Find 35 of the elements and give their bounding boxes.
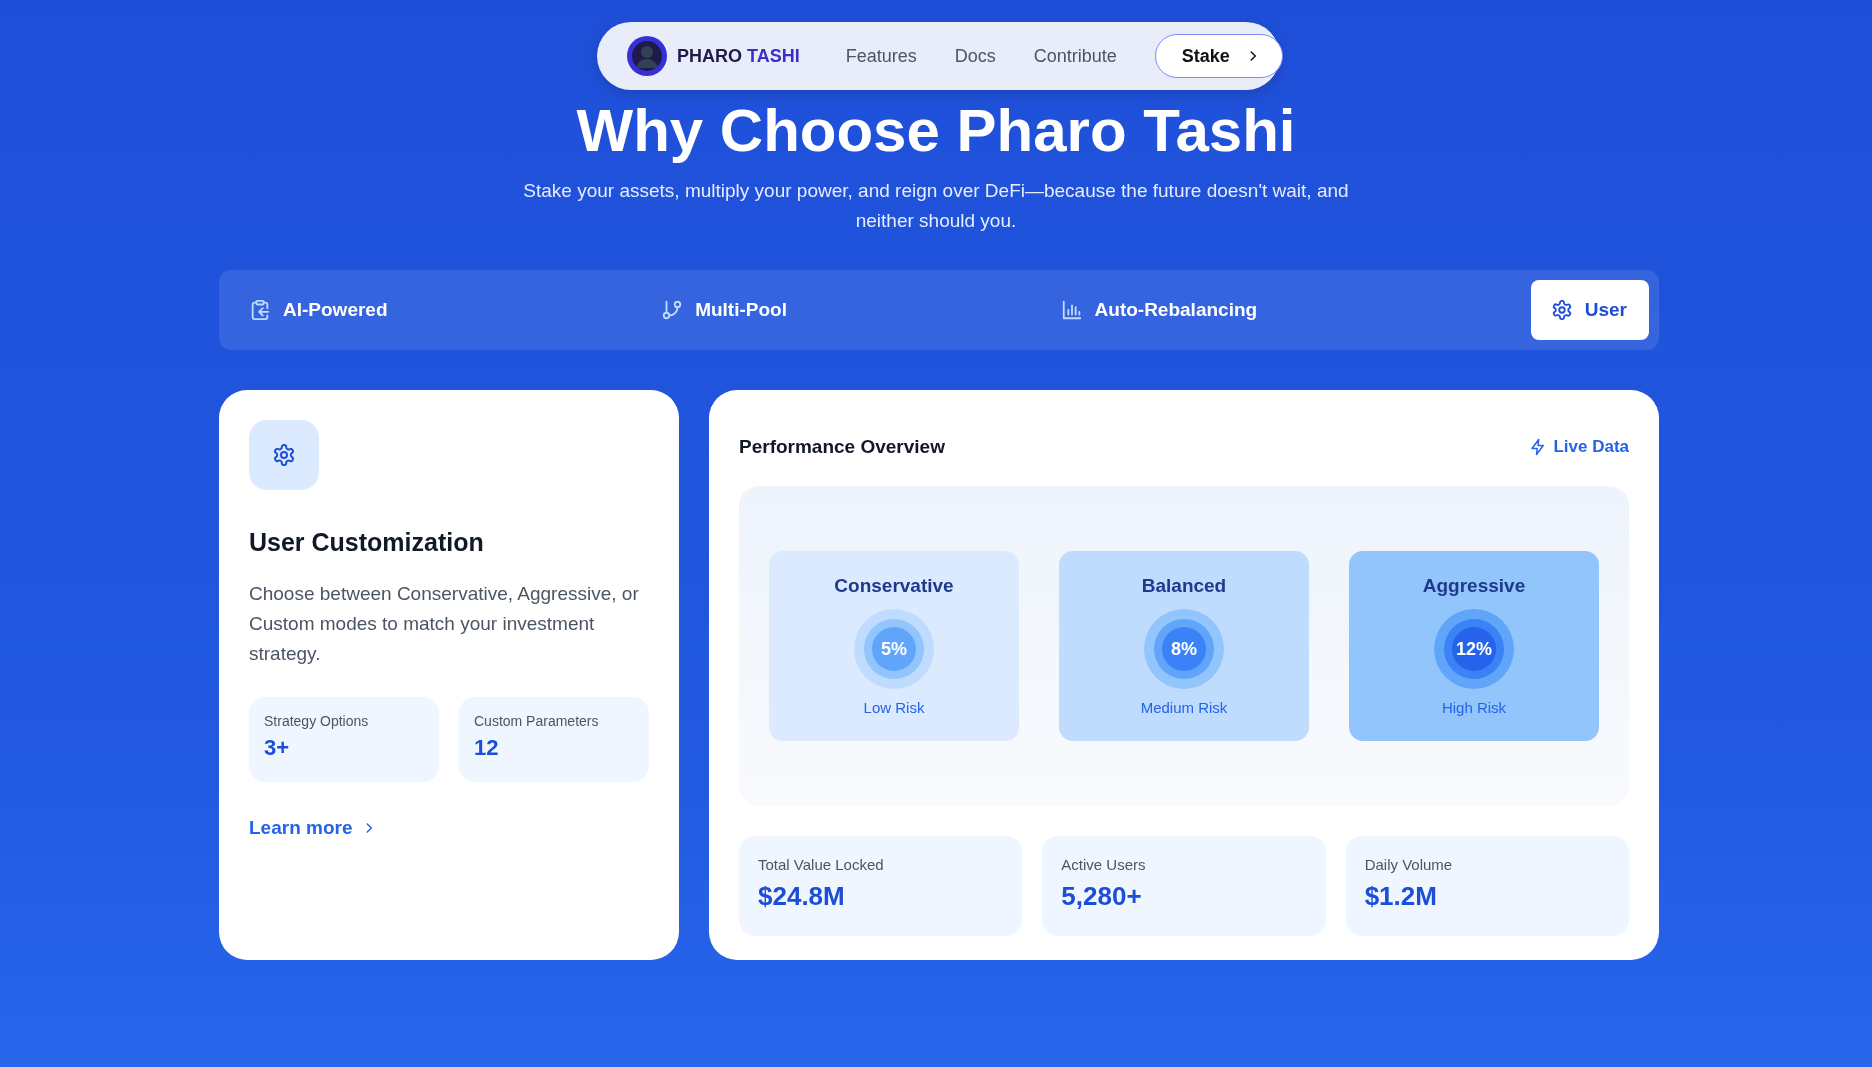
rate-value: 12% — [1456, 638, 1492, 660]
card-title: User Customization — [249, 528, 485, 557]
profile-name: Conservative — [834, 575, 954, 597]
rate-value: 5% — [881, 638, 907, 660]
rate-value: 8% — [1171, 638, 1197, 660]
stat-label: Daily Volume — [1364, 856, 1454, 873]
nav-link[interactable]: Features — [845, 45, 917, 67]
section-heading: Why Choose Pharo Tashi — [576, 96, 1296, 166]
stat-value: 3+ — [264, 735, 291, 761]
card-description: Choose between Conservative, Aggressive, or Custom modes to match your investment strategy. — [249, 582, 640, 666]
stat-label: Total Value Locked — [758, 856, 885, 873]
nav-link[interactable]: Docs — [954, 45, 996, 67]
risk-label: Low Risk — [863, 699, 925, 716]
stat-value: $1.2M — [1364, 881, 1438, 912]
stat-value: 5,280+ — [1061, 881, 1143, 912]
risk-label: Medium Risk — [1140, 699, 1228, 716]
stake-button[interactable]: Stake — [1154, 34, 1283, 78]
feature-tab[interactable]: User — [1530, 280, 1649, 340]
nav-link[interactable]: Contribute — [1033, 45, 1117, 67]
profile-name: Balanced — [1141, 575, 1227, 597]
stat-label: Strategy Options — [264, 713, 370, 729]
live-data-label: Live Data — [1553, 437, 1629, 457]
feature-tab[interactable]: Multi-Pool — [661, 280, 807, 340]
stat-value: 12 — [474, 735, 500, 761]
stat-label: Active Users — [1061, 856, 1147, 873]
profile-name: Aggressive — [1422, 575, 1526, 597]
section-subtitle: Stake your assets, multiply your power, and reign over DeFi—because the future doesn't wait, and neither should you. — [522, 179, 1350, 233]
brand-name[interactable]: PHARO TASHI — [677, 45, 800, 67]
risk-label: High Risk — [1441, 699, 1507, 716]
feature-tab[interactable]: Auto-Rebalancing — [1060, 280, 1278, 340]
card-title: Performance Overview — [739, 436, 945, 458]
feature-tab[interactable]: AI-Powered — [249, 280, 408, 340]
stat-label: Custom Parameters — [474, 713, 600, 729]
learn-more-link[interactable]: Learn more — [249, 817, 377, 839]
stat-value: $24.8M — [758, 881, 846, 912]
